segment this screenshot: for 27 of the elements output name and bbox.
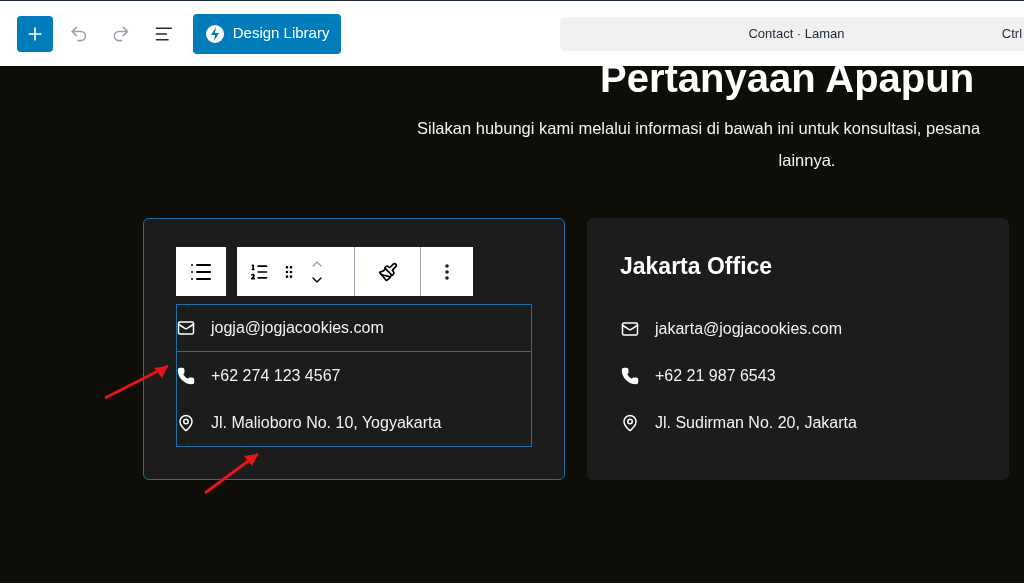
list-block-button[interactable] xyxy=(176,247,226,296)
envelope-icon xyxy=(621,319,639,338)
document-title: Contact · Laman xyxy=(748,24,845,43)
map-pin-icon xyxy=(177,413,195,432)
shortcut-label: Ctrl xyxy=(1001,24,1023,43)
contact-text: Jl. Sudirman No. 20, Jakarta xyxy=(655,412,857,433)
phone-icon xyxy=(621,366,639,385)
design-library-button[interactable]: Design Library xyxy=(192,13,342,54)
contact-text: +62 21 987 6543 xyxy=(655,365,776,386)
contact-text: +62 274 123 4567 xyxy=(211,365,341,386)
annotation-arrow xyxy=(204,452,259,495)
intro-text: Silakan hubungi kami melalui informasi di bawah ini untuk konsultasi, pesana xyxy=(417,118,982,139)
phone-icon xyxy=(177,366,195,385)
envelope-icon xyxy=(177,319,195,337)
annotation-arrow xyxy=(104,364,169,400)
contact-text: jogja@jogjacookies.com xyxy=(211,318,384,338)
more-options-icon xyxy=(445,263,449,280)
lightning-logo-icon xyxy=(204,23,225,44)
document-bar[interactable]: Contact · Laman Ctrl xyxy=(560,16,1024,51)
contact-text: jakarta@jogjacookies.com xyxy=(655,318,842,339)
brush-icon xyxy=(377,261,398,282)
office-title: Jakarta Office xyxy=(620,251,773,281)
map-pin-icon xyxy=(621,413,639,432)
add-block-button[interactable] xyxy=(17,15,53,52)
contact-text: Jl. Malioboro No. 10, Yogyakarta xyxy=(211,412,442,433)
intro-text: lainnya. xyxy=(777,150,837,171)
section-heading: Pertanyaan Apapun xyxy=(600,58,976,98)
